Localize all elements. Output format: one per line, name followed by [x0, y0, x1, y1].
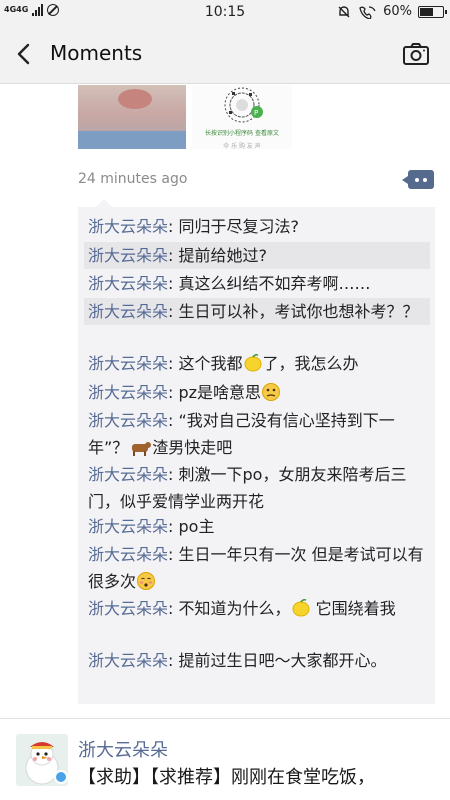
status-bar: 4G4G 10:15 60% — [0, 0, 450, 24]
comment-author[interactable]: 浙大云朵朵 — [88, 217, 168, 236]
comment-item[interactable]: 浙大云朵朵: 刺激一下po，女朋友来陪考后三门，似乎爱情学业两开花 — [84, 461, 430, 515]
comment-author[interactable]: 浙大云朵朵 — [88, 651, 168, 670]
page-title: Moments — [50, 41, 143, 65]
battery-icon — [418, 5, 447, 18]
photo-detail — [118, 89, 152, 109]
next-post-text[interactable]: 【求助】【求推荐】刚刚在食堂吃饭， — [78, 764, 440, 792]
comment-author[interactable]: 浙大云朵朵 — [88, 411, 168, 430]
comment-item[interactable]: 浙大云朵朵: 不知道为什么， 它围绕着我 — [84, 595, 430, 622]
comment-item[interactable]: 浙大云朵朵: po主 — [84, 513, 430, 540]
comment-text: 提前过生日吧～大家都开心。 — [178, 651, 387, 670]
qr-caption: 长按识别小程序码 查看原文 — [205, 130, 279, 137]
comment-text: 不知道为什么， — [178, 599, 291, 618]
comment-item[interactable]: 浙大云朵朵: 提前过生日吧～大家都开心。 — [84, 647, 430, 674]
more-dots-icon[interactable] — [402, 170, 434, 189]
comment-text: pz是啥意思 — [178, 383, 262, 402]
lemon-emoji-icon — [244, 353, 262, 372]
mute-bell-icon — [338, 5, 350, 17]
comment-text: 它围绕着我 — [310, 599, 396, 618]
photo-detail — [78, 131, 186, 149]
comment-text: 渣男快走吧 — [152, 438, 233, 457]
comment-author[interactable]: 浙大云朵朵 — [88, 465, 168, 484]
comment-text: po主 — [178, 517, 215, 536]
comment-text: 提前给她过? — [178, 246, 268, 265]
svg-text:P: P — [254, 109, 258, 117]
comment-item[interactable]: 浙大云朵朵: 提前给她过? — [84, 242, 430, 269]
comment-text: 了，我怎么办 — [262, 354, 359, 373]
battery-percent: 60% — [383, 4, 412, 19]
post-divider — [0, 718, 450, 719]
comment-author[interactable]: 浙大云朵朵 — [88, 517, 168, 536]
comment-item[interactable]: 浙大云朵朵: pz是啥意思 — [84, 379, 430, 406]
lemon-emoji-icon — [292, 598, 310, 617]
post-photo[interactable] — [78, 85, 186, 149]
comment-author[interactable]: 浙大云朵朵 — [88, 599, 168, 618]
camera-icon[interactable] — [402, 41, 430, 67]
next-post-author[interactable]: 浙大云朵朵 — [78, 736, 168, 762]
comment-text: 真这么纠结不如弃考啊…… — [178, 274, 371, 293]
comment-author[interactable]: 浙大云朵朵 — [88, 545, 168, 564]
battery-fill — [420, 7, 434, 16]
qr-code-icon: P — [224, 87, 263, 123]
comment-author[interactable]: 浙大云朵朵 — [88, 274, 168, 293]
bull-emoji-icon — [132, 438, 152, 456]
verified-badge-icon — [54, 770, 68, 784]
comment-item[interactable]: 浙大云朵朵: 真这么纠结不如弃考啊…… — [84, 270, 430, 297]
comment-item[interactable]: 浙大云朵朵: 生日一年只有一次 但是考试可以有很多次 — [84, 541, 430, 595]
back-chevron-icon[interactable] — [10, 40, 38, 68]
thinking-emoji-icon — [262, 383, 281, 401]
comment-author[interactable]: 浙大云朵朵 — [88, 302, 168, 321]
comment-author[interactable]: 浙大云朵朵 — [88, 383, 168, 402]
comment-item[interactable]: 浙大云朵朵: “我对自己没有信心坚持到下一年”？ 渣男快走吧 — [84, 407, 430, 461]
comment-item[interactable]: 浙大云朵朵: 同归于尽复习法? — [84, 213, 430, 240]
comment-text: 同归于尽复习法? — [178, 217, 300, 236]
comment-item[interactable]: 浙大云朵朵: 生日可以补，考试你也想补考？？ — [84, 298, 430, 325]
blush-emoji-icon — [137, 572, 156, 590]
comment-author[interactable]: 浙大云朵朵 — [88, 246, 168, 265]
nav-bar: Moments — [0, 24, 450, 84]
comment-item[interactable]: 浙大云朵朵: 这个我都 了，我怎么办 — [84, 350, 430, 377]
comment-text: 这个我都 — [178, 354, 243, 373]
comment-author[interactable]: 浙大云朵朵 — [88, 354, 168, 373]
qr-code-image[interactable]: P 长按识别小程序码 查看原文 伞 乐 购 友 声 — [192, 85, 292, 149]
comments-panel: 浙大云朵朵: 同归于尽复习法? 浙大云朵朵: 提前给她过? 浙大云朵朵: 真这么… — [78, 199, 435, 704]
wifi-call-icon — [359, 5, 376, 19]
comment-text: 生日可以补，考试你也想补考？？ — [178, 302, 419, 321]
post-timestamp: 24 minutes ago — [78, 171, 188, 187]
qr-caption-secondary: 伞 乐 购 友 声 — [223, 143, 261, 149]
